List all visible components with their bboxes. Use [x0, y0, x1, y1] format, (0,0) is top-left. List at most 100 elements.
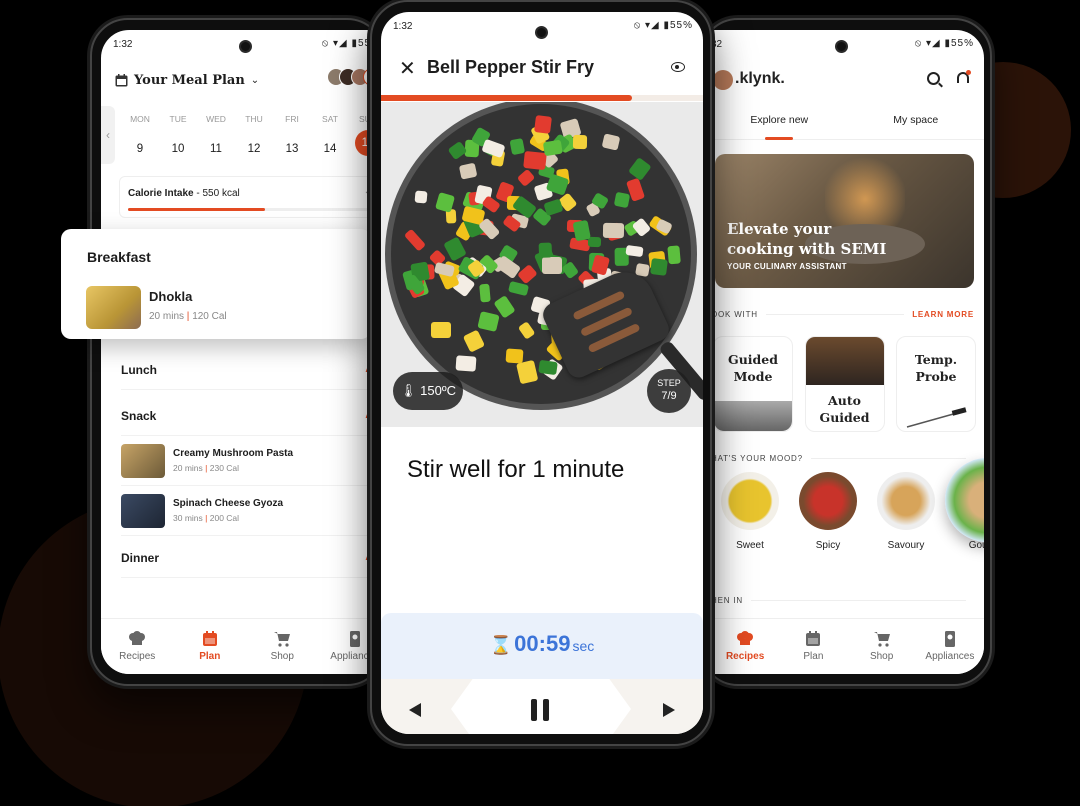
step-image: 🌡︎ 150ºC STEP 7/9: [381, 102, 703, 427]
tab-explore-new[interactable]: Explore new: [711, 110, 848, 140]
calendar-icon: [115, 73, 128, 86]
cook-with-heading: OOK WITH LEARN MORE: [711, 310, 974, 319]
nav-plan[interactable]: Plan: [175, 631, 245, 662]
calorie-intake-card[interactable]: Calorie Intake - 550 kcal ⌄: [119, 176, 381, 218]
learn-more-link[interactable]: LEARN MORE: [912, 310, 974, 319]
chevron-down-icon[interactable]: ⌄: [251, 75, 259, 86]
mood-sweet[interactable]: Sweet: [711, 472, 789, 551]
day-thu[interactable]: THU 12: [239, 114, 269, 162]
vegetable-piece: [601, 133, 621, 151]
tab-bar: Explore new My space: [711, 110, 984, 140]
calendar-icon: [806, 631, 821, 646]
nav-recipes[interactable]: Recipes: [102, 631, 172, 662]
vegetable-piece: [627, 157, 652, 181]
food-item[interactable]: Creamy Mushroom Pasta 20 mins | 230 Cal …: [121, 436, 379, 486]
status-bar: 1:32 ⦸ ▾◢ ▮55%: [393, 20, 693, 32]
chef-hat-icon: [737, 631, 754, 645]
cook-mode-auto-guided[interactable]: Auto Guided: [804, 336, 885, 432]
previous-step-button[interactable]: [409, 703, 421, 717]
vegetable-piece: [542, 139, 563, 157]
food-item[interactable]: Spinach Cheese Gyoza 30 mins | 200 Cal ×: [121, 486, 379, 536]
vegetable-piece: [431, 322, 451, 338]
vegetable-piece: [516, 360, 539, 385]
vegetable-piece: [655, 218, 674, 235]
vegetable-piece: [403, 228, 426, 252]
meal-plan-title[interactable]: Your Meal Plan: [134, 73, 245, 88]
breakfast-card[interactable]: Breakfast Dhokla 20 mins | 120 Cal: [61, 229, 371, 339]
nav-plan[interactable]: Plan: [779, 631, 847, 662]
vegetable-piece: [447, 141, 468, 161]
next-step-button[interactable]: [663, 703, 675, 717]
phone-explore: 32 ⦸ ▾◢ ▮55% .klynk. Explore new My spac…: [700, 18, 992, 686]
meal-plan-header: Your Meal Plan ⌄ +: [115, 68, 381, 92]
vegetable-piece: [650, 257, 669, 276]
food-name: Dhokla: [149, 289, 193, 304]
profile-avatar[interactable]: [713, 70, 733, 90]
cart-icon: [274, 632, 291, 647]
cook-mode-temp-probe[interactable]: Temp. Probe: [896, 336, 976, 432]
tab-my-space[interactable]: My space: [848, 110, 985, 139]
vegetable-piece: [667, 245, 682, 265]
notification-bell-icon[interactable]: [956, 70, 971, 86]
day-tue[interactable]: TUE 10: [163, 114, 193, 162]
temp-probe-image: [906, 407, 967, 428]
thermometer-icon: 🌡︎: [400, 383, 417, 398]
nav-appliances[interactable]: Appliances: [916, 631, 984, 662]
chef-hat-icon: [129, 631, 146, 645]
nav-shop[interactable]: Shop: [247, 631, 317, 662]
step-badge: STEP 7/9: [647, 369, 691, 413]
phone-cooking-step: 1:32 ⦸ ▾◢ ▮55% ✕ Bell Pepper Stir Fry 🌡︎…: [370, 0, 712, 746]
induction-image: [805, 337, 884, 385]
vegetable-piece: [414, 190, 428, 204]
close-icon[interactable]: ✕: [399, 56, 416, 81]
mood-savoury[interactable]: Savoury: [867, 472, 945, 551]
food-thumbnail: [121, 443, 165, 478]
calorie-value: 550 kcal: [202, 188, 240, 199]
pause-button[interactable]: [531, 699, 551, 721]
cook-mode-guided[interactable]: Guided Mode: [713, 336, 793, 432]
semi-promo-banner[interactable]: Elevate your cooking with SEMI YOUR CULIN…: [715, 154, 974, 288]
mood-list: Sweet Spicy Savoury Gourm: [711, 458, 984, 551]
hourglass-icon: ⌛: [489, 635, 513, 655]
temperature-badge: 🌡︎ 150ºC: [393, 372, 463, 410]
bottom-nav: Recipes Plan Shop Appliances: [711, 618, 984, 674]
day-sat[interactable]: SAT 14: [315, 114, 345, 162]
timer-panel: ⌛00:59 sec: [381, 613, 703, 679]
gas-stove-image: [714, 401, 792, 431]
vegetable-piece: [481, 139, 506, 159]
timer-value: 00:59: [514, 631, 571, 656]
day-fri[interactable]: FRI 13: [277, 114, 307, 162]
vegetable-piece: [509, 138, 525, 156]
breakfast-title: Breakfast: [87, 249, 151, 265]
dhokla-thumbnail: [86, 286, 141, 329]
mood-spicy[interactable]: Spicy: [789, 472, 867, 551]
vegetable-piece: [517, 263, 538, 284]
recipe-header: ✕ Bell Pepper Stir Fry: [381, 54, 703, 84]
vegetable-piece: [455, 354, 477, 372]
bottom-nav: Recipes Plan Shop Appliances: [101, 618, 391, 674]
day-wed[interactable]: WED 11: [201, 114, 231, 162]
day-mon[interactable]: MON 9: [125, 114, 155, 162]
recipe-progress-bar: [381, 95, 703, 101]
vegetable-piece: [542, 257, 562, 275]
vegetable-piece: [516, 168, 536, 187]
recipe-title: Bell Pepper Stir Fry: [427, 57, 595, 77]
nav-shop[interactable]: Shop: [848, 631, 916, 662]
meal-plan-screen: 1:32 ⦸ ▾◢ ▮55% Your Meal Plan ⌄ + ‹ MON9…: [101, 30, 391, 674]
previous-week-button[interactable]: ‹: [101, 106, 115, 164]
app-header: .klynk.: [711, 68, 984, 98]
nav-recipes[interactable]: Recipes: [711, 631, 779, 662]
phone-meal-plan: 1:32 ⦸ ▾◢ ▮55% Your Meal Plan ⌄ + ‹ MON9…: [90, 18, 391, 686]
appliance-icon: [944, 631, 955, 647]
vegetable-piece: [588, 236, 602, 248]
eye-icon[interactable]: [671, 62, 685, 72]
status-time: 1:32: [113, 39, 133, 50]
vegetable-piece: [613, 191, 631, 209]
mood-gourmet[interactable]: Gourm: [945, 458, 984, 551]
vegetable-piece: [572, 219, 591, 242]
search-icon[interactable]: [927, 72, 940, 85]
mood-heading: HAT'S YOUR MOOD?: [711, 454, 974, 463]
playback-controls: [381, 679, 703, 734]
cooking-step-screen: 1:32 ⦸ ▾◢ ▮55% ✕ Bell Pepper Stir Fry 🌡︎…: [381, 12, 703, 734]
klynk-logo: .klynk.: [735, 70, 785, 87]
